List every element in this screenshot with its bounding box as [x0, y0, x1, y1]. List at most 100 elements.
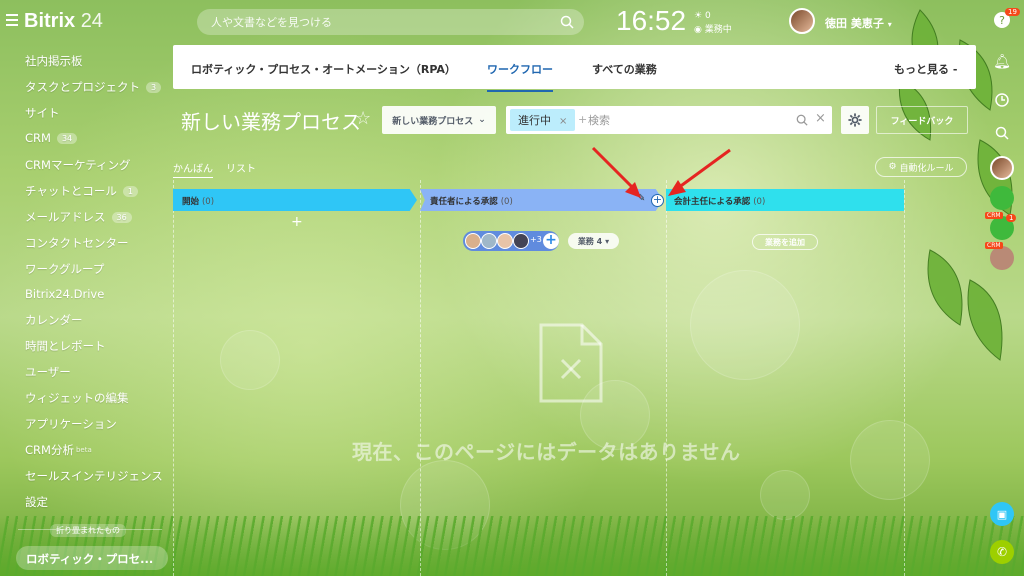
sidebar-item-label: CRMマーケティング: [25, 158, 131, 172]
sidebar-item-sales-intelligence[interactable]: セールスインテリジェンス: [25, 468, 163, 484]
sidebar-item-sites[interactable]: サイト: [25, 105, 60, 121]
search-input[interactable]: [197, 9, 584, 35]
sidebar-item-users[interactable]: ユーザー: [25, 364, 71, 380]
sidebar-item-label: 社内掲示板: [25, 54, 83, 68]
column-header-start[interactable]: 開始 (0): [173, 189, 417, 211]
help-button[interactable]: ? 19: [990, 8, 1020, 32]
work-time-indicator-icon: ☀: [694, 11, 703, 21]
work-time-indicator: 0: [704, 11, 711, 21]
avatar[interactable]: [990, 156, 1014, 180]
sidebar-item-label: セールスインテリジェンス: [25, 469, 163, 483]
sidebar-item-news[interactable]: 社内掲示板: [25, 53, 83, 69]
red-arrow-annotation: [591, 146, 641, 198]
filter-input[interactable]: [588, 109, 788, 131]
avatar: [481, 233, 497, 249]
work-status: 業務中: [704, 25, 732, 35]
left-menu: 社内掲示板 タスクとプロジェクト 3 サイト CRM 34 CRMマーケティング チ…: [0, 44, 168, 576]
sidebar-item-time-reports[interactable]: 時間とレポート: [25, 338, 106, 354]
filter-search-box[interactable]: 進行中 × + ×: [506, 106, 832, 134]
sidebar-item-label: ワークグループ: [25, 262, 105, 276]
add-task-button[interactable]: 業務を追加: [752, 234, 818, 250]
sidebar-item-crm-analytics[interactable]: CRM分析 beta: [25, 442, 92, 458]
sidebar-item-label: コンタクトセンター: [25, 236, 129, 250]
clear-filter-icon[interactable]: ×: [815, 111, 826, 126]
phone-icon: ✆: [996, 545, 1008, 559]
notifications-button[interactable]: 🔔︎: [990, 50, 1014, 74]
chevron-down-icon: ⌄: [478, 115, 486, 125]
column-title: 責任者による承認: [430, 197, 498, 207]
sidebar-item-crm[interactable]: CRM 34: [25, 131, 78, 145]
tab-workflow[interactable]: ワークフロー: [487, 61, 553, 92]
filter-chip[interactable]: 進行中 ×: [510, 109, 576, 131]
gear-icon: [848, 113, 862, 127]
sidebar-item-label: 時間とレポート: [25, 339, 106, 353]
avatar[interactable]: [990, 186, 1014, 210]
sidebar-item-contact-center[interactable]: コンタクトセンター: [25, 235, 129, 251]
settings-button[interactable]: [841, 106, 869, 134]
sidebar-item-label: ウィジェットの編集: [25, 391, 129, 405]
feedback-button[interactable]: フィードバック: [876, 106, 968, 134]
sidebar-item-label: アプリケーション: [25, 417, 117, 431]
search-icon[interactable]: [560, 15, 574, 29]
user-name-menu[interactable]: 徳田 美恵子 ▾: [825, 15, 892, 31]
empty-state-text: 現在、このページにはデータはありません: [352, 440, 741, 464]
sidebar-item-settings[interactable]: 設定: [25, 494, 48, 510]
tasks-dropdown[interactable]: 業務 4 ▾: [568, 233, 619, 249]
search-icon: [995, 126, 1009, 140]
participants-group[interactable]: +3 +: [463, 231, 559, 251]
crm-badge: 1: [1006, 214, 1017, 222]
user-name: 徳田 美恵子: [825, 17, 884, 30]
sidebar-item-rpa-active[interactable]: ロボティック・プロセ...: [16, 546, 168, 570]
sidebar-item-widget-edit[interactable]: ウィジェットの編集: [25, 390, 129, 406]
star-icon[interactable]: ☆: [355, 108, 371, 129]
sidebar-item-mail[interactable]: メールアドレス 36: [25, 209, 132, 225]
sidebar-item-label: ユーザー: [25, 365, 71, 379]
avatar: [497, 233, 513, 249]
chevron-down-icon: ▾: [887, 20, 892, 29]
add-participant-button[interactable]: +: [543, 233, 559, 249]
sidebar-item-label: タスクとプロジェクト: [25, 80, 140, 94]
collapsed-items-toggle[interactable]: 折り畳まれたもの: [50, 524, 126, 537]
avatar[interactable]: CRM: [985, 242, 1014, 270]
sidebar-item-workgroups[interactable]: ワークグループ: [25, 261, 104, 277]
tab-all-tasks[interactable]: すべての業務: [592, 61, 657, 77]
activity-button[interactable]: [990, 88, 1014, 112]
tasks-label: 業務 4: [577, 236, 603, 246]
tab-rpa[interactable]: ロボティック・プロセス・オートメーション（RPA）: [191, 61, 456, 77]
avatar[interactable]: 1 CRM: [985, 212, 1017, 240]
search-icon[interactable]: [796, 114, 808, 126]
sidebar-item-label: CRM: [25, 131, 51, 145]
menu-toggle-icon[interactable]: [6, 14, 18, 26]
tab-list[interactable]: リスト: [226, 160, 256, 175]
sidebar-item-crm-marketing[interactable]: CRMマーケティング: [25, 157, 131, 173]
sidebar-item-label: 設定: [25, 495, 48, 509]
work-time-widget[interactable]: ☀ 0 ◉ 業務中: [694, 9, 732, 37]
top-nav-panel: ロボティック・プロセス・オートメーション（RPA） ワークフロー すべての業務 …: [173, 45, 976, 92]
search-panel-button[interactable]: [990, 121, 1014, 145]
robot-icon: ⚙: [888, 162, 897, 172]
chevron-down-icon: ▾: [605, 236, 610, 246]
close-icon[interactable]: ×: [559, 116, 567, 127]
open-lines-button[interactable]: ▣: [990, 502, 1014, 526]
add-item-button[interactable]: +: [291, 214, 303, 230]
filter-chip-label: 進行中: [518, 114, 551, 127]
sidebar-item-calendar[interactable]: カレンダー: [25, 312, 83, 328]
new-process-button[interactable]: 新しい業務プロセス ⌄: [382, 106, 496, 134]
more-menu-button[interactable]: もっと見る -: [894, 61, 957, 77]
counter-badge: 34: [56, 132, 78, 144]
counter-badge: 1: [122, 185, 138, 197]
global-search[interactable]: [197, 9, 584, 35]
user-avatar[interactable]: [789, 8, 815, 34]
call-button[interactable]: ✆: [990, 540, 1014, 564]
sidebar-item-drive[interactable]: Bitrix24.Drive: [25, 287, 104, 301]
tab-kanban[interactable]: かんばん: [173, 160, 213, 178]
sidebar-item-chat[interactable]: チャットとコール 1: [25, 183, 138, 199]
logo[interactable]: Bitrix 24: [24, 10, 103, 33]
sidebar-item-label: サイト: [25, 106, 60, 120]
plus-icon[interactable]: +: [578, 113, 587, 126]
column-divider: [904, 180, 905, 576]
sidebar-item-tasks[interactable]: タスクとプロジェクト 3: [25, 79, 162, 95]
automation-rules-button[interactable]: ⚙ 自動化ルール: [875, 157, 967, 177]
sidebar-item-applications[interactable]: アプリケーション: [25, 416, 117, 432]
chat-icon: ▣: [996, 507, 1008, 521]
